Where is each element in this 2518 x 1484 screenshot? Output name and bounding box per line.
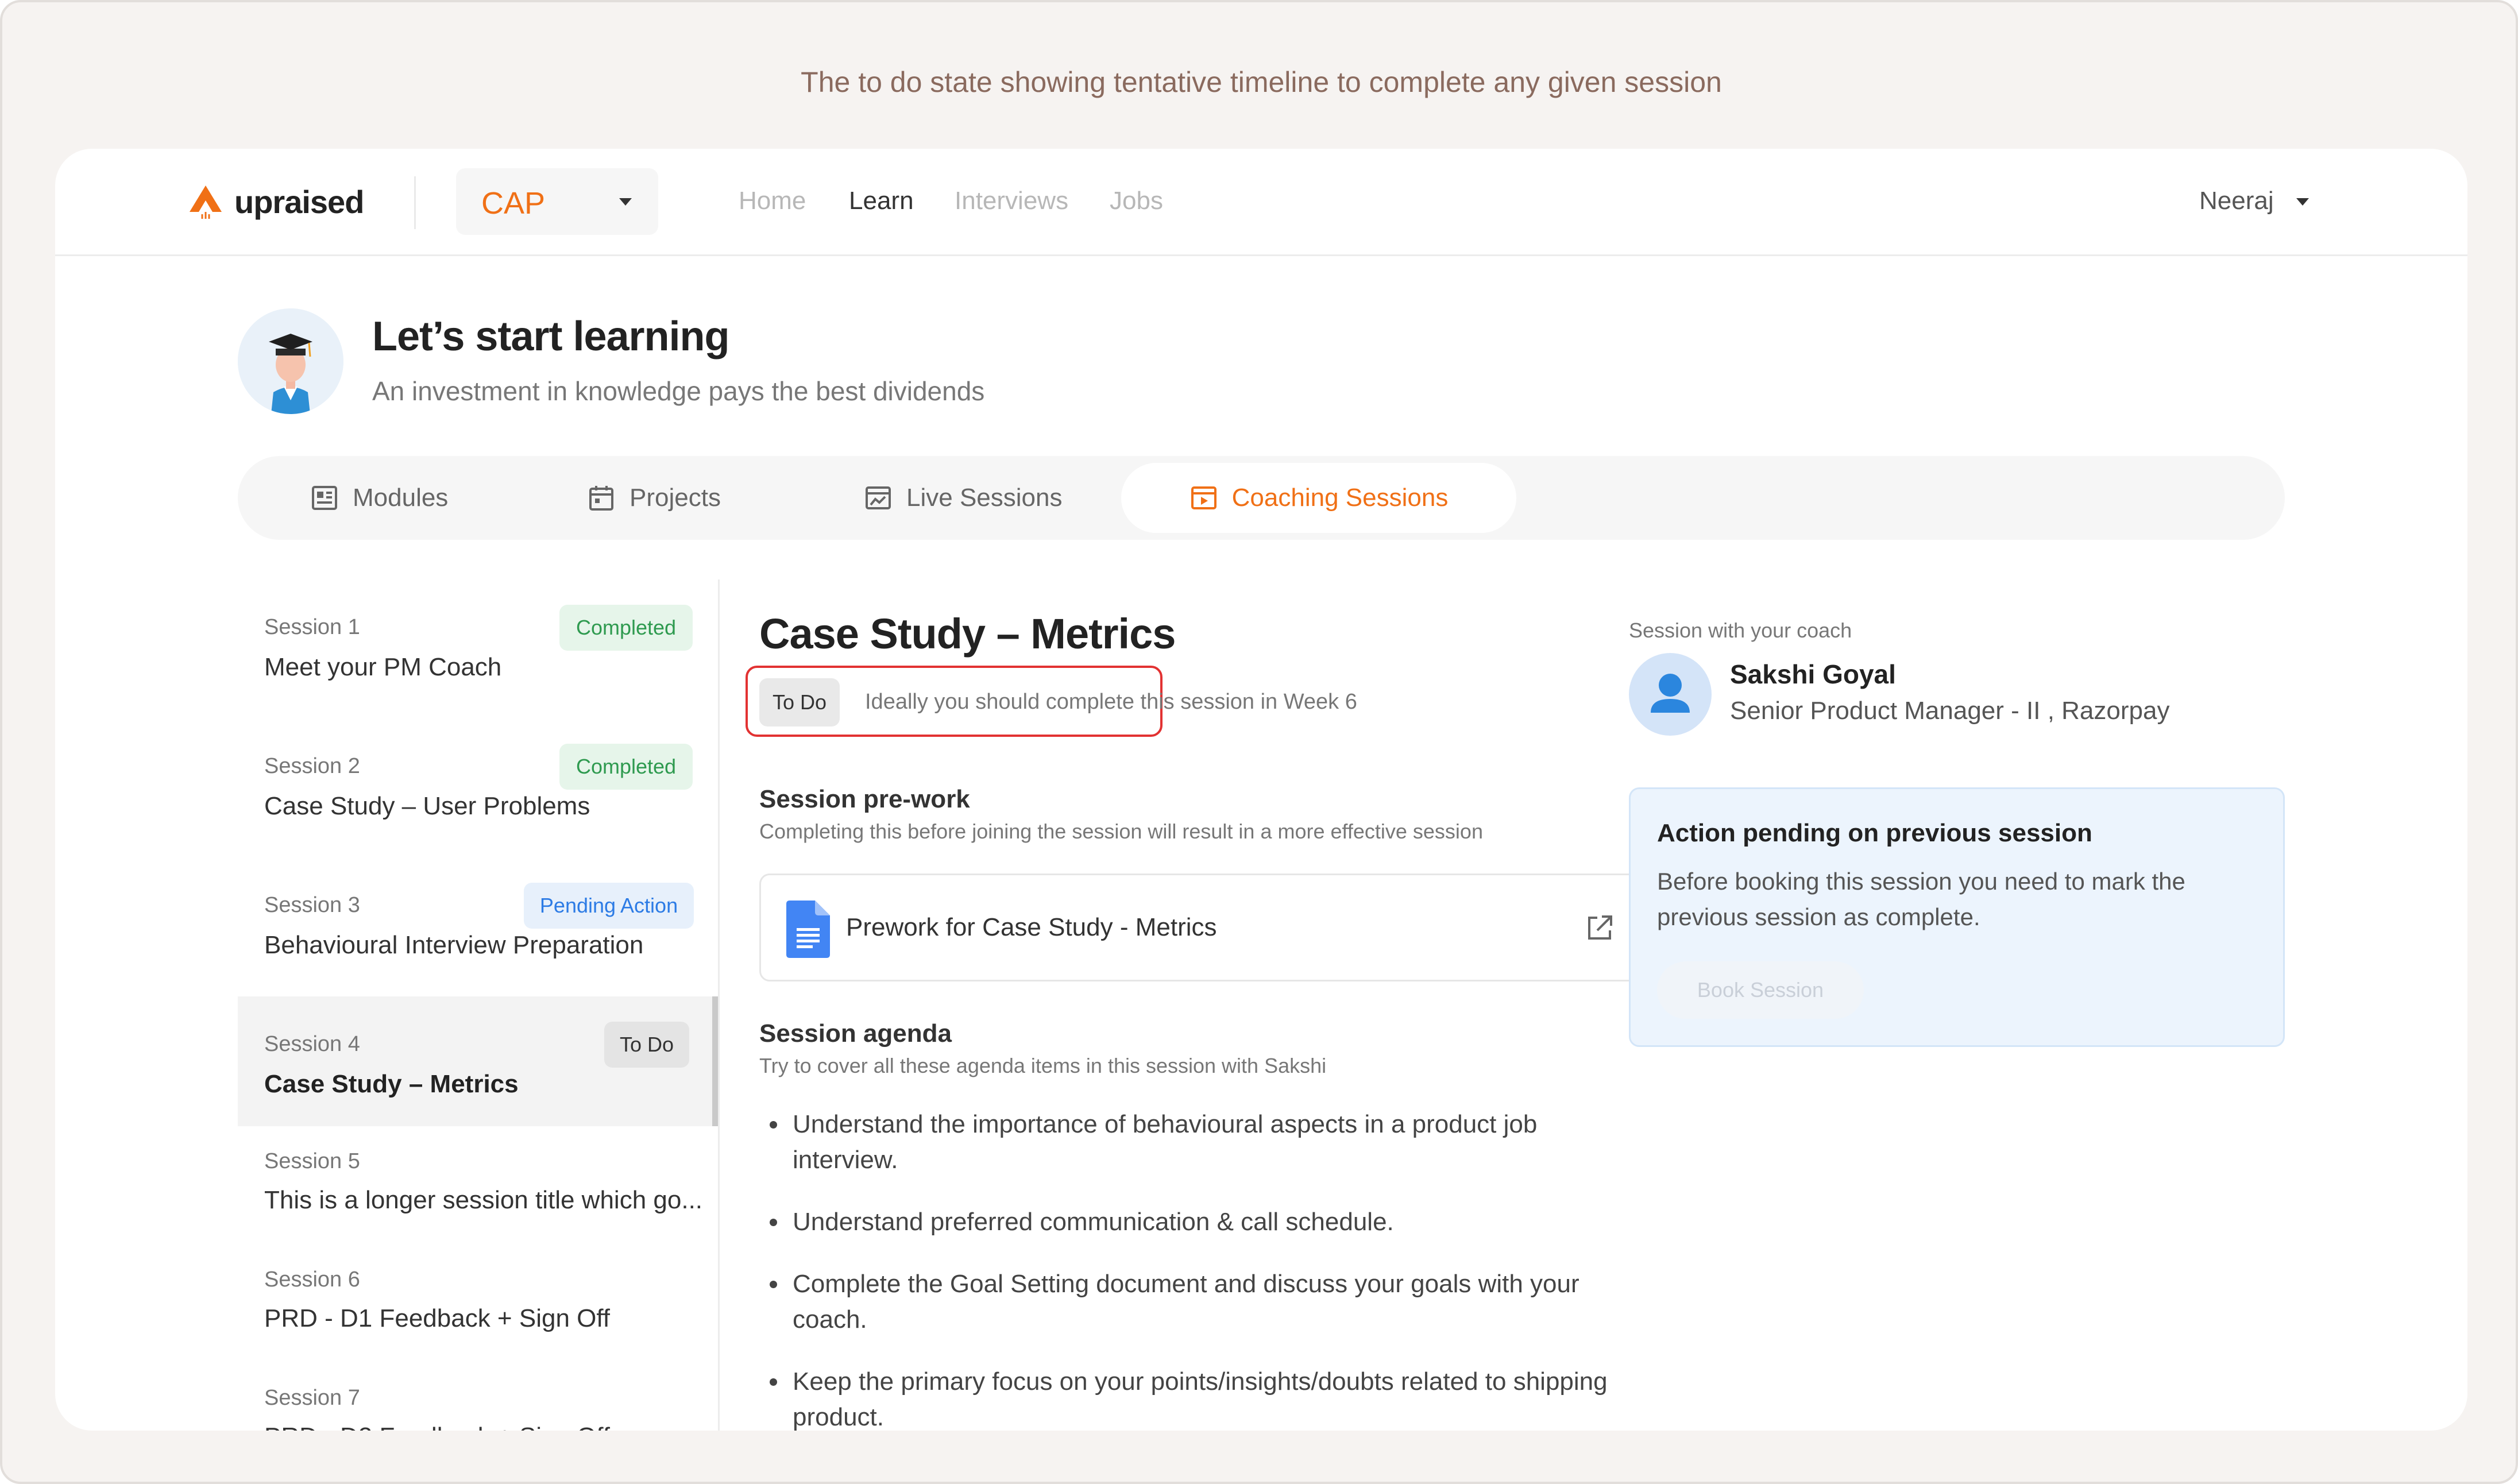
calendar-icon: [589, 486, 613, 511]
agenda-item: Keep the primary focus on your points/in…: [759, 1364, 1644, 1431]
session-title: Case Study – User Problems: [264, 792, 590, 820]
tab-live-sessions[interactable]: Live Sessions: [864, 463, 1062, 533]
upraised-logo-icon: [190, 186, 222, 219]
tab-projects-label: Projects: [630, 484, 721, 512]
user-chevron-down-icon[interactable]: [2296, 198, 2309, 206]
program-label: CAP: [481, 186, 546, 221]
agenda-heading: Session agenda: [759, 1019, 952, 1048]
agenda-item-text: Keep the primary focus on your points/in…: [793, 1367, 1608, 1431]
status-badge: Pending Action: [524, 883, 694, 929]
status-badge: Completed: [559, 744, 693, 790]
session-title: PRD - D1 Feedback + Sign Off: [264, 1304, 611, 1332]
external-link-icon[interactable]: [1585, 913, 1615, 943]
agenda-item-text: Understand preferred communication & cal…: [793, 1208, 1394, 1236]
coach-avatar: [1629, 653, 1712, 736]
google-doc-icon: [786, 901, 830, 958]
agenda-item: Complete the Goal Setting document and d…: [759, 1266, 1644, 1338]
tab-projects[interactable]: Projects: [587, 463, 721, 533]
status-badge: Completed: [559, 605, 693, 651]
prework-heading: Session pre-work: [759, 785, 970, 813]
session-item-6[interactable]: Session 6 PRD - D1 Feedback + Sign Off: [238, 1245, 718, 1363]
bullet: [770, 1378, 777, 1386]
agenda-item: Understand preferred communication & cal…: [759, 1204, 1644, 1240]
page-title: Let’s start learning: [372, 314, 729, 360]
prework-document-link[interactable]: Prework for Case Study - Metrics: [759, 874, 1643, 981]
todo-status-chip: To Do: [759, 678, 840, 726]
agenda-item-text: Complete the Goal Setting document and d…: [793, 1270, 1579, 1334]
bullet: [770, 1281, 777, 1288]
status-badge: To Do: [604, 1022, 689, 1068]
prework-subtext: Completing this before joining the sessi…: [759, 820, 1483, 843]
nav-interviews[interactable]: Interviews: [955, 187, 1068, 215]
tab-modules-label: Modules: [353, 484, 449, 512]
tab-coaching-sessions-label: Coaching Sessions: [1231, 484, 1449, 512]
agenda-list: Understand the importance of behavioural…: [759, 1107, 1644, 1431]
session-item-4[interactable]: Session 4 To Do Case Study – Metrics: [238, 996, 718, 1126]
tab-live-sessions-label: Live Sessions: [906, 484, 1063, 512]
book-session-button[interactable]: Book Session: [1657, 961, 1864, 1019]
caption: The to do state showing tentative timeli…: [801, 66, 1722, 98]
session-number: Session 2: [264, 754, 360, 778]
coach-name: Sakshi Goyal: [1730, 659, 1896, 689]
nav-jobs[interactable]: Jobs: [1110, 187, 1163, 215]
top-navbar: upraised CAP Home Learn Interviews Jobs …: [55, 149, 2467, 256]
coaching-icon: [1191, 486, 1216, 509]
session-list: Session 1 Completed Meet your PM Coach S…: [238, 579, 718, 1431]
brand-name: upraised: [234, 183, 364, 220]
session-detail-title: Case Study – Metrics: [759, 610, 1176, 658]
learning-tabs: Modules Projects Live Sessions Coaching …: [238, 456, 2285, 540]
user-menu[interactable]: Neeraj: [2199, 187, 2274, 215]
page-subtitle: An investment in knowledge pays the best…: [372, 376, 985, 406]
session-item-2[interactable]: Session 2 Completed Case Study – User Pr…: [238, 718, 718, 848]
pending-text: Before booking this session you need to …: [1657, 868, 2185, 930]
session-number: Session 7: [264, 1386, 360, 1410]
session-number: Session 6: [264, 1267, 360, 1292]
list-divider: [718, 579, 720, 1431]
nav-home[interactable]: Home: [739, 187, 806, 215]
coach-role: Senior Product Manager - II , Razorpay: [1730, 697, 2170, 725]
prework-document-name: Prework for Case Study - Metrics: [846, 913, 1217, 941]
session-title: Behavioural Interview Preparation: [264, 931, 644, 959]
selected-indicator: [712, 996, 718, 1126]
bullet: [770, 1121, 777, 1129]
tab-modules[interactable]: Modules: [310, 463, 448, 533]
pending-title: Action pending on previous session: [1657, 819, 2092, 847]
nav-learn[interactable]: Learn: [849, 187, 914, 215]
chevron-down-icon: [619, 198, 632, 206]
coach-caption: Session with your coach: [1629, 619, 1852, 642]
session-item-7[interactable]: Session 7 PRD - D2 Feedback + Sign Off: [238, 1363, 718, 1431]
person-icon: [1651, 674, 1690, 713]
session-number: Session 4: [264, 1032, 360, 1056]
agenda-item-text: Understand the importance of behavioural…: [793, 1110, 1538, 1174]
tab-coaching-sessions[interactable]: Coaching Sessions: [1121, 463, 1516, 533]
session-item-3[interactable]: Session 3 Pending Action Behavioural Int…: [238, 857, 718, 987]
session-item-1[interactable]: Session 1 Completed Meet your PM Coach: [238, 579, 718, 709]
session-number: Session 1: [264, 615, 360, 639]
bullet: [770, 1219, 777, 1226]
program-selector[interactable]: CAP: [456, 168, 658, 235]
session-number: Session 5: [264, 1149, 360, 1173]
upraised-logo[interactable]: upraised: [187, 179, 364, 225]
agenda-item: Understand the importance of behavioural…: [759, 1107, 1644, 1178]
graduate-icon: [238, 308, 343, 414]
session-item-5[interactable]: Session 5 This is a longer session title…: [238, 1126, 718, 1245]
screenshot-frame: The to do state showing tentative timeli…: [0, 0, 2518, 1484]
session-number: Session 3: [264, 893, 360, 917]
session-title: Case Study – Metrics: [264, 1070, 519, 1098]
pending-action-card: Action pending on previous session Befor…: [1629, 787, 2285, 1047]
learner-avatar: [238, 308, 343, 414]
session-title: PRD - D2 Feedback + Sign Off: [264, 1423, 610, 1431]
live-session-icon: [866, 486, 891, 509]
agenda-subtext: Try to cover all these agenda items in t…: [759, 1054, 1327, 1077]
timeline-note: Ideally you should complete this session…: [865, 690, 1357, 714]
app-window: upraised CAP Home Learn Interviews Jobs …: [55, 149, 2467, 1431]
nav-divider: [414, 176, 416, 229]
session-title: Meet your PM Coach: [264, 653, 502, 681]
session-title: This is a longer session title which go.…: [264, 1186, 703, 1214]
modules-icon: [312, 486, 337, 510]
